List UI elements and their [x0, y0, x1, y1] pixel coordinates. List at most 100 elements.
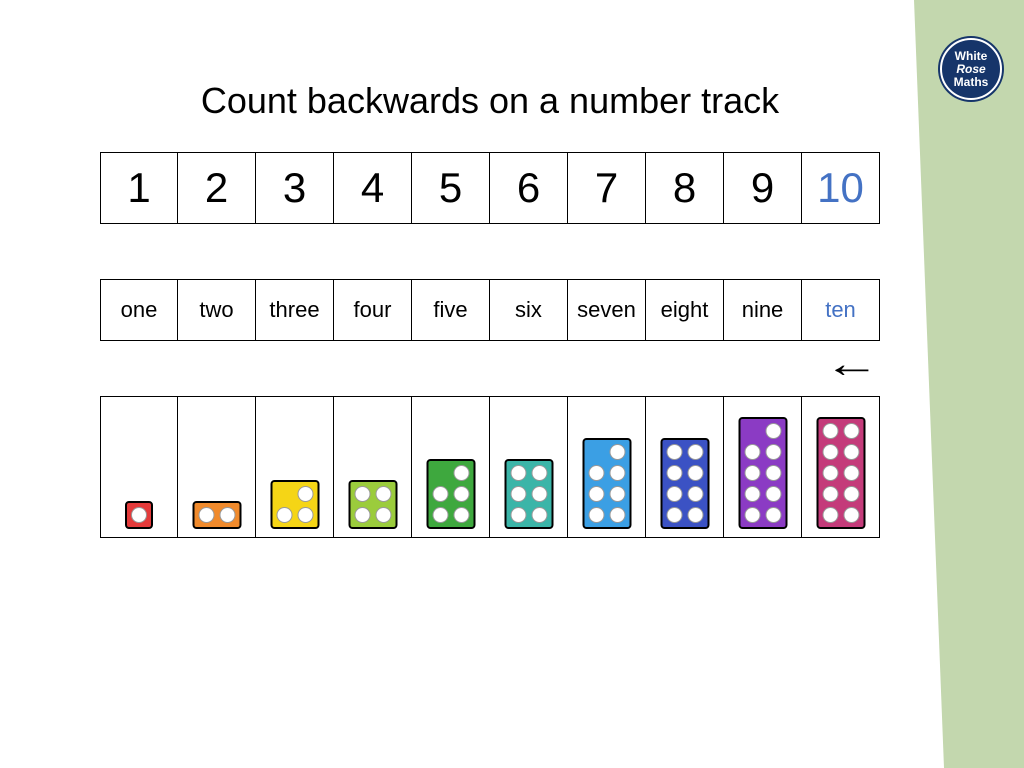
block-cell	[177, 396, 256, 538]
word-cell: one	[100, 279, 178, 341]
dot-icon	[453, 486, 469, 502]
dot-icon	[843, 423, 859, 439]
number-cell: 3	[255, 152, 334, 224]
dot-icon	[765, 444, 781, 460]
block-cell	[100, 396, 178, 538]
dot-icon	[276, 507, 292, 523]
dot-icon	[765, 423, 781, 439]
block-cell	[645, 396, 724, 538]
number-cell: 2	[177, 152, 256, 224]
dot-icon	[453, 507, 469, 523]
number-cell: 7	[567, 152, 646, 224]
sidebar-wedge	[914, 0, 944, 768]
dot-icon	[744, 507, 760, 523]
logo-line-3: Maths	[954, 76, 989, 89]
word-cell: nine	[723, 279, 802, 341]
dot-icon	[588, 465, 604, 481]
brand-logo: White Rose Maths	[940, 38, 1002, 100]
dot-icon	[510, 507, 526, 523]
dot-icon	[843, 444, 859, 460]
dot-icon	[354, 486, 370, 502]
numicon-piece	[348, 480, 397, 529]
dot-icon	[822, 423, 838, 439]
dot-icon	[687, 444, 703, 460]
dot-icon	[822, 465, 838, 481]
dot-icon	[744, 486, 760, 502]
numicon-piece	[504, 459, 553, 529]
dot-icon	[666, 465, 682, 481]
dot-icon	[354, 507, 370, 523]
dot-icon	[432, 507, 448, 523]
dot-icon	[765, 507, 781, 523]
dot-icon	[666, 507, 682, 523]
dot-icon	[822, 507, 838, 523]
dot-icon	[588, 486, 604, 502]
dot-icon	[609, 507, 625, 523]
dot-icon	[531, 507, 547, 523]
number-track: 12345678910	[100, 152, 880, 224]
dot-icon	[822, 486, 838, 502]
dot-icon	[609, 486, 625, 502]
dot-icon	[765, 465, 781, 481]
number-cell: 8	[645, 152, 724, 224]
dot-icon	[510, 465, 526, 481]
dot-icon	[744, 465, 760, 481]
dot-icon	[219, 507, 235, 523]
dot-icon	[297, 507, 313, 523]
dot-icon	[843, 465, 859, 481]
word-cell: two	[177, 279, 256, 341]
block-cell	[411, 396, 490, 538]
number-cell: 10	[801, 152, 880, 224]
block-cell	[801, 396, 880, 538]
block-cell	[255, 396, 334, 538]
dot-icon	[297, 486, 313, 502]
numicon-piece	[738, 417, 787, 529]
numicon-piece	[582, 438, 631, 529]
logo-line-1: White	[955, 50, 988, 63]
dot-icon	[609, 465, 625, 481]
dot-icon	[843, 507, 859, 523]
numicon-piece	[192, 501, 241, 529]
number-cell: 4	[333, 152, 412, 224]
block-cell	[333, 396, 412, 538]
numicon-piece	[426, 459, 475, 529]
word-cell: ten	[801, 279, 880, 341]
word-cell: eight	[645, 279, 724, 341]
block-cell	[567, 396, 646, 538]
dot-icon	[765, 486, 781, 502]
block-cell	[489, 396, 568, 538]
word-track: onetwothreefourfivesixseveneightnineten	[100, 279, 880, 341]
dot-icon	[843, 486, 859, 502]
dot-icon	[131, 507, 147, 523]
dot-icon	[453, 465, 469, 481]
numicon-piece	[270, 480, 319, 529]
word-cell: three	[255, 279, 334, 341]
dot-icon	[432, 486, 448, 502]
block-cell	[723, 396, 802, 538]
numicon-piece	[816, 417, 865, 529]
word-cell: six	[489, 279, 568, 341]
dot-icon	[744, 444, 760, 460]
dot-icon	[666, 486, 682, 502]
dot-icon	[687, 465, 703, 481]
number-cell: 1	[100, 152, 178, 224]
dot-icon	[531, 465, 547, 481]
number-cell: 9	[723, 152, 802, 224]
dot-icon	[822, 444, 838, 460]
dot-icon	[666, 444, 682, 460]
dot-icon	[375, 507, 391, 523]
slide-content: Count backwards on a number track 123456…	[100, 80, 880, 593]
dot-icon	[531, 486, 547, 502]
word-cell: four	[333, 279, 412, 341]
dot-icon	[687, 486, 703, 502]
dot-icon	[609, 444, 625, 460]
numicon-piece	[660, 438, 709, 529]
dot-icon	[687, 507, 703, 523]
numicon-piece	[125, 501, 153, 529]
dot-icon	[198, 507, 214, 523]
sidebar-band	[944, 0, 1024, 768]
left-arrow-icon: ←	[824, 354, 880, 374]
page-title: Count backwards on a number track	[100, 80, 880, 122]
dot-icon	[375, 486, 391, 502]
block-track	[100, 396, 880, 538]
